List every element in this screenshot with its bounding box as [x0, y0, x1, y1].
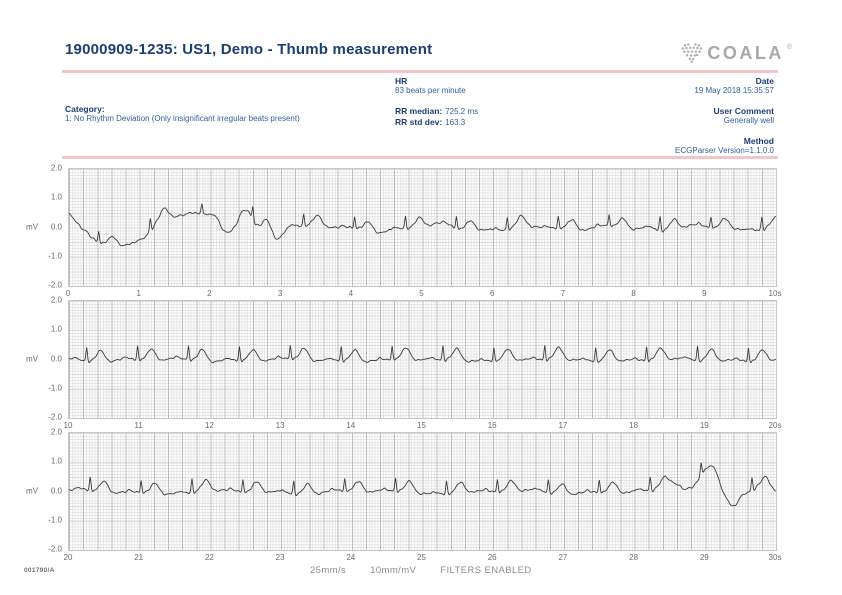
rr-stddev-label: RR std dev:: [395, 117, 442, 127]
y-tick-label: -2.0: [36, 413, 62, 422]
y-tick-label: -1.0: [36, 515, 62, 524]
ecg-waveform: [69, 169, 776, 286]
x-tick-label: 3: [278, 289, 282, 298]
gain-setting: 10mm/mV: [370, 565, 416, 576]
y-tick-label: 0.0: [36, 222, 62, 231]
paper-speed: 25mm/s: [310, 565, 346, 576]
x-tick-label: 9: [702, 289, 706, 298]
coala-logo-text: COALA: [707, 43, 784, 64]
y-tick-label: 2.0: [36, 296, 62, 305]
rr-stddev-value: 163.3: [445, 118, 465, 127]
y-tick-label: 1.0: [36, 457, 62, 466]
x-tick-label: 7: [561, 289, 565, 298]
ecg-grid: [68, 168, 777, 287]
category-label: Category:: [65, 104, 395, 114]
x-tick-label: 14: [346, 421, 355, 430]
registered-mark: ®: [787, 44, 792, 51]
ecg-trace: [69, 204, 776, 246]
date-value: 19 May 2018 15:35:57: [544, 86, 774, 96]
x-tick-label: 16: [488, 421, 497, 430]
ecg-grid: [68, 300, 777, 419]
x-tick-label: 21: [134, 553, 143, 562]
y-tick-label: 1.0: [36, 325, 62, 334]
x-tick-label: 27: [558, 553, 567, 562]
user-comment-label: User Comment: [544, 106, 774, 116]
y-tick-label: -2.0: [36, 545, 62, 554]
date-label: Date: [544, 76, 774, 86]
ecg-report-page: 19000909-1235: US1, Demo - Thumb measure…: [0, 0, 842, 595]
x-tick-label: 20: [64, 553, 73, 562]
ecg-grid: [68, 432, 777, 551]
x-tick-label: 17: [558, 421, 567, 430]
y-tick-label: -2.0: [36, 281, 62, 290]
x-tick-label: 25: [417, 553, 426, 562]
y-tick-label: 2.0: [36, 428, 62, 437]
y-tick-label: -1.0: [36, 383, 62, 392]
divider-top: [62, 70, 778, 73]
x-tick-label: 13: [276, 421, 285, 430]
x-tick-label: 1: [136, 289, 140, 298]
x-tick-label: 22: [205, 553, 214, 562]
x-tick-label: 20s: [769, 421, 782, 430]
x-tick-label: 18: [629, 421, 638, 430]
method-value: ECGParser Version=1.1.0.0: [544, 146, 774, 156]
print-settings: 25mm/s 10mm/mV FILTERS ENABLED: [310, 565, 532, 576]
x-tick-label: 10: [64, 421, 73, 430]
x-tick-label: 6: [490, 289, 494, 298]
x-tick-label: 28: [629, 553, 638, 562]
x-tick-label: 23: [276, 553, 285, 562]
category-block: Category: 1: No Rhythm Deviation (Only i…: [65, 104, 395, 124]
ecg-trace: [69, 463, 776, 506]
x-tick-label: 2: [207, 289, 211, 298]
divider-bottom: [62, 156, 778, 159]
x-tick-label: 11: [135, 421, 143, 430]
filters-status: FILTERS ENABLED: [440, 565, 531, 576]
rr-median-label: RR median:: [395, 106, 442, 116]
y-tick-label: 1.0: [36, 193, 62, 202]
y-tick-label: 0.0: [36, 486, 62, 495]
page-title: 19000909-1235: US1, Demo - Thumb measure…: [65, 41, 432, 58]
ecg-waveform: [69, 301, 776, 418]
coala-logo: COALA®: [680, 42, 792, 64]
x-tick-label: 10s: [769, 289, 782, 298]
y-tick-label: -1.0: [36, 251, 62, 260]
method-label: Method: [544, 136, 774, 146]
x-tick-label: 29: [700, 553, 709, 562]
ecg-trace: [69, 345, 776, 363]
x-tick-label: 30s: [769, 553, 782, 562]
x-tick-label: 26: [488, 553, 497, 562]
y-tick-label: 2.0: [36, 164, 62, 173]
x-tick-label: 15: [417, 421, 426, 430]
x-tick-label: 5: [419, 289, 423, 298]
user-comment-value: Generally well: [544, 116, 774, 126]
y-tick-label: 0.0: [36, 354, 62, 363]
ecg-waveform: [69, 433, 776, 550]
x-tick-label: 4: [349, 289, 353, 298]
coala-heart-icon: [680, 42, 704, 64]
x-tick-label: 8: [631, 289, 635, 298]
rr-median-value: 725.2 ms: [445, 107, 478, 116]
x-tick-label: 12: [205, 421, 214, 430]
x-tick-label: 19: [700, 421, 709, 430]
meta-block: Date 19 May 2018 15:35:57 User Comment G…: [544, 76, 774, 156]
x-tick-label: 24: [346, 553, 355, 562]
category-value: 1: No Rhythm Deviation (Only insignifica…: [65, 114, 395, 124]
x-tick-label: 0: [66, 289, 70, 298]
document-number: 001790/A: [24, 567, 55, 574]
